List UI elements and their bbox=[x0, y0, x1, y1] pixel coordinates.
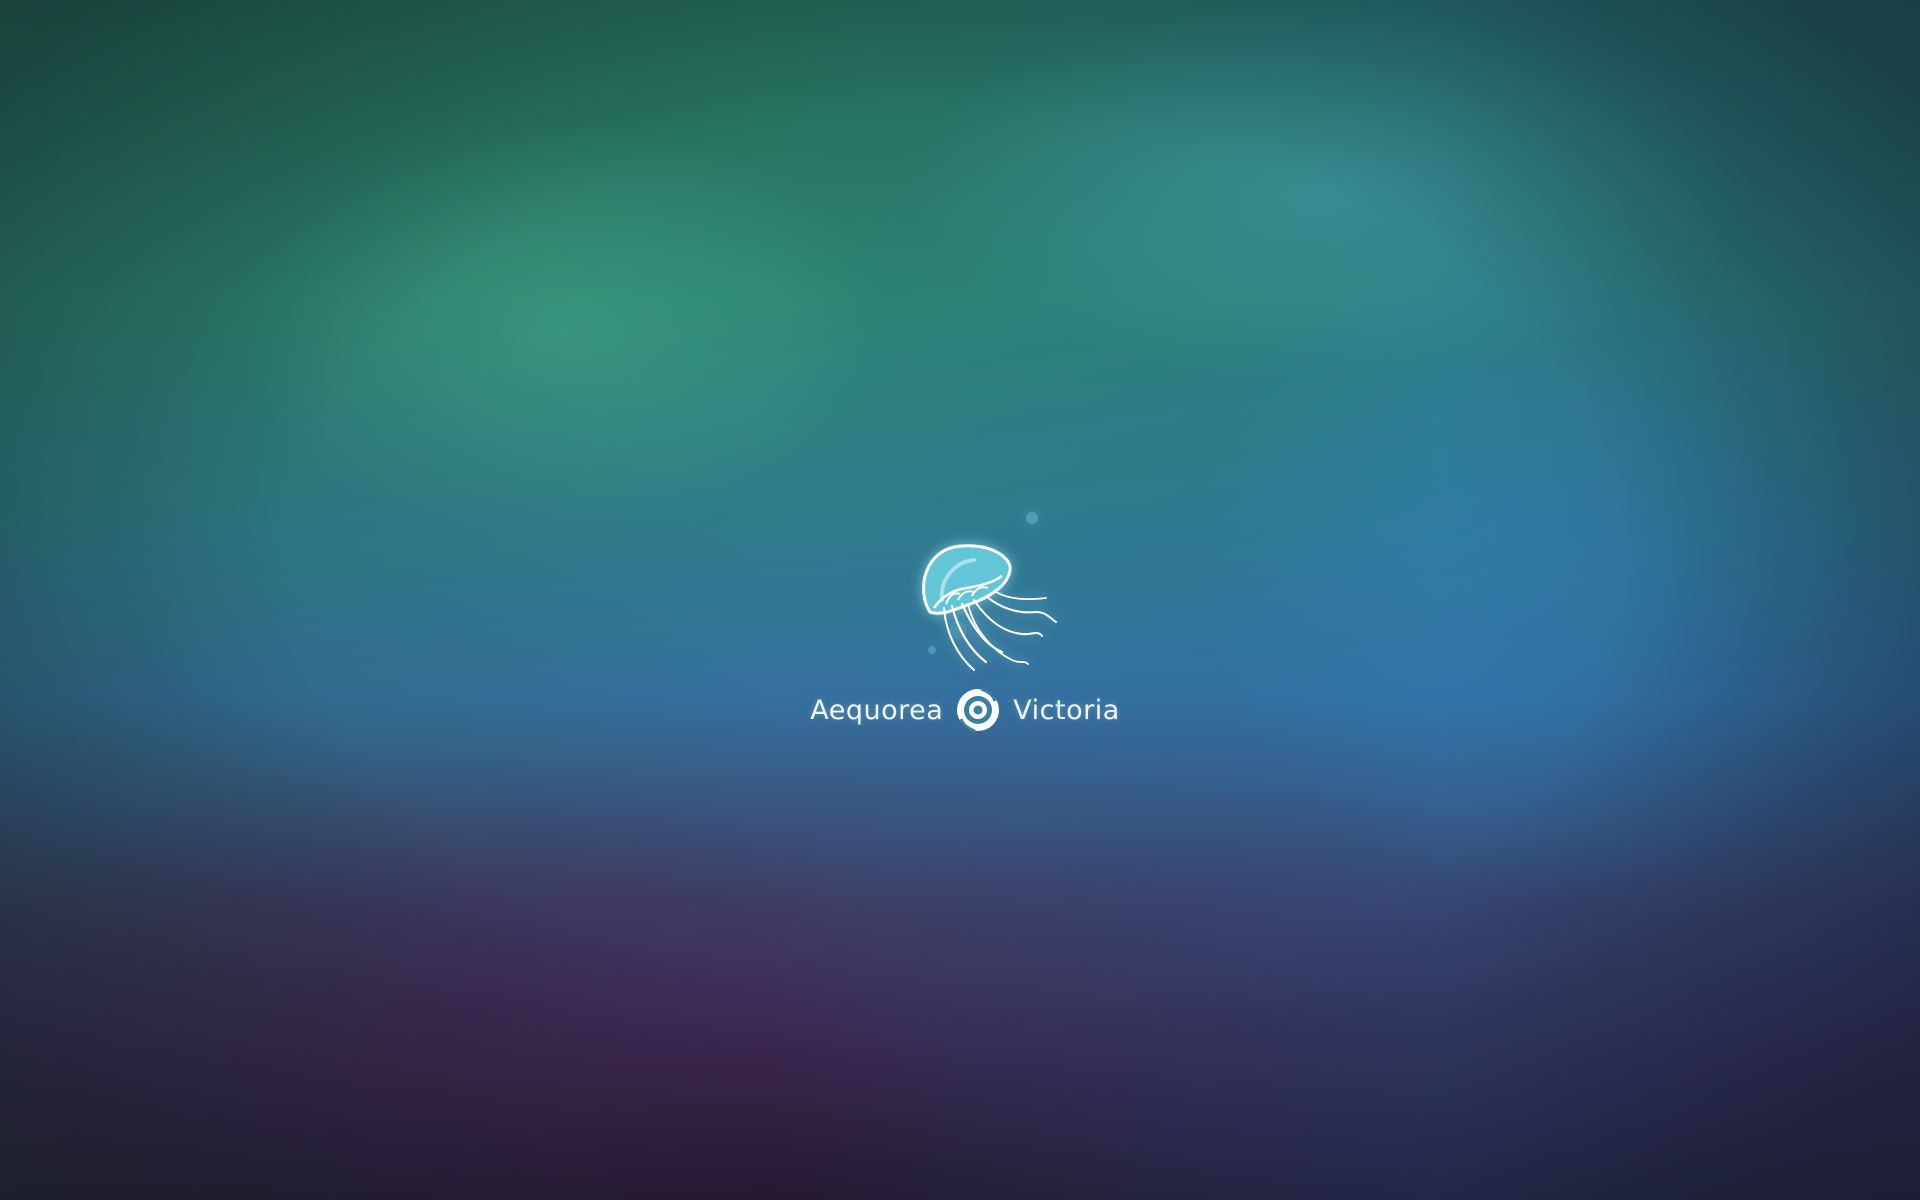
brand-word-right: Victoria bbox=[1013, 694, 1120, 726]
jellyfish-icon bbox=[922, 512, 1057, 671]
brand-wordmark: Aequorea Victoria bbox=[800, 680, 1130, 740]
spiral-emblem-icon bbox=[957, 687, 1000, 733]
brand-word-left: Aequorea bbox=[810, 694, 944, 726]
wallpaper-logo: Aequorea Victoria bbox=[800, 500, 1130, 740]
